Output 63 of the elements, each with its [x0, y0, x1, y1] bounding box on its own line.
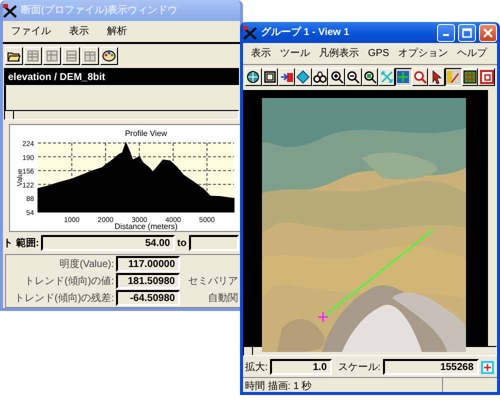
zoom-box-icon[interactable]: [362, 68, 378, 86]
minimize-button[interactable]: [437, 24, 455, 42]
value-label: 明度(Value):: [58, 258, 114, 270]
zoom-label: 拡大:: [245, 360, 268, 374]
value-field: 181.50980: [116, 273, 180, 289]
zoom-out-icon[interactable]: [345, 68, 362, 86]
range-to-field[interactable]: [188, 235, 239, 251]
crosshair-icon: [318, 311, 329, 323]
grid-icon[interactable]: [462, 68, 478, 86]
side-label: セミバリア: [187, 274, 238, 288]
maximize-button[interactable]: [458, 24, 476, 42]
magnifier-icon[interactable]: [412, 68, 428, 86]
frame-icon[interactable]: [262, 68, 278, 86]
square-icon[interactable]: [478, 68, 496, 86]
side-label: 自動関: [207, 292, 238, 304]
status-text: 時間 描画: 1 秒: [243, 378, 443, 392]
palette-icon[interactable]: [100, 47, 118, 65]
menu-item[interactable]: ツール: [280, 47, 310, 60]
zoom-in-icon[interactable]: [328, 68, 346, 86]
table-icon[interactable]: [43, 47, 61, 65]
table-icon[interactable]: [81, 47, 99, 65]
close-button[interactable]: [479, 24, 497, 42]
globe-icon[interactable]: [245, 68, 262, 86]
zoom-field[interactable]: 1.0: [270, 359, 332, 375]
menu-item[interactable]: GPS: [368, 47, 390, 60]
open-folder-icon[interactable]: [5, 47, 23, 65]
menu-item[interactable]: ファイル: [11, 25, 51, 38]
app-logo-icon: [3, 4, 18, 18]
pointer-icon[interactable]: [428, 68, 446, 86]
table-icon[interactable]: [62, 47, 80, 65]
menu-item[interactable]: ヘルプ: [457, 47, 488, 60]
table-icon[interactable]: [24, 47, 42, 65]
range-from-field[interactable]: 54.00: [41, 235, 176, 251]
app-logo-icon: [243, 26, 258, 40]
value-field: 117.00000: [116, 256, 180, 272]
scale-field[interactable]: 155268: [382, 359, 479, 375]
menu-item[interactable]: 表示: [251, 47, 271, 60]
window-title: グループ 1 - View 1: [261, 26, 350, 39]
layer-item[interactable]: elevation / DEM_8bit: [6, 70, 239, 85]
value-label: トレンド(傾向)の値:: [24, 274, 114, 288]
range-to-label: to: [177, 236, 187, 250]
menu-item[interactable]: 表示: [69, 25, 89, 38]
pan-icon[interactable]: [395, 68, 412, 86]
menu-item[interactable]: オプション: [398, 47, 448, 60]
add-layer-icon[interactable]: [278, 68, 296, 86]
chart-title: Profile View: [124, 129, 168, 138]
menu-item[interactable]: 解析: [107, 25, 127, 38]
scrollbar[interactable]: [4, 110, 239, 120]
menu-item[interactable]: 凡例表示: [319, 47, 359, 60]
close-icon: [483, 28, 493, 38]
range-label: ト 範囲:: [3, 236, 40, 250]
scrollbar[interactable]: [487, 90, 497, 346]
diamond-icon[interactable]: [295, 68, 312, 86]
x-axis-label: Distance (meters): [114, 222, 178, 231]
window-title: 断面(プロファイル)表示ウィンドウ: [21, 4, 179, 17]
maximize-icon: [462, 28, 472, 38]
scale-label: スケール:: [338, 360, 381, 374]
value-field: -64.50980: [116, 290, 180, 306]
full-extent-icon[interactable]: [378, 68, 396, 86]
pencil-icon[interactable]: [445, 68, 462, 86]
value-label: トレンド(傾向)の残差:: [14, 292, 114, 304]
binoculars-icon[interactable]: [312, 68, 328, 86]
locator-icon[interactable]: [480, 360, 494, 374]
